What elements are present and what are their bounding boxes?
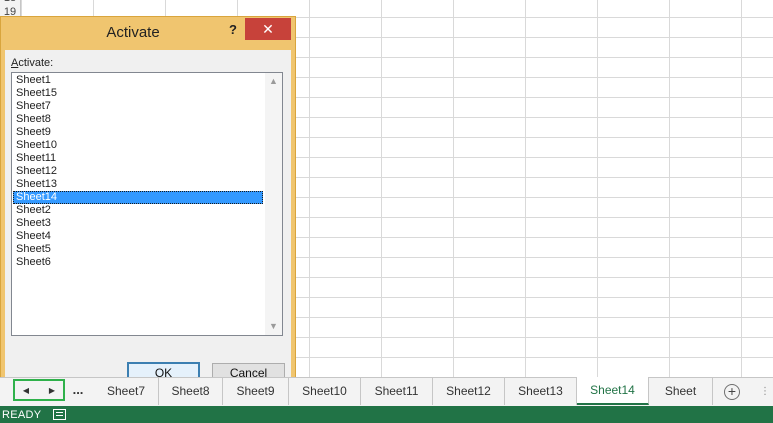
sheet-listbox[interactable]: Sheet1 Sheet15 Sheet7 Sheet8 Sheet9 Sheet10 Sh… xyxy=(11,72,283,336)
status-text: READY xyxy=(2,409,42,421)
sheet-list-item[interactable]: Sheet1 xyxy=(13,74,263,87)
sheet-list-item[interactable]: Sheet4 xyxy=(13,230,263,243)
sheet-list-item[interactable]: Sheet13 xyxy=(13,178,263,191)
tab-sheet[interactable]: Sheet xyxy=(649,378,713,405)
sheet-list-item[interactable]: Sheet15 xyxy=(13,87,263,100)
list-label-text: ctivate: xyxy=(18,57,54,69)
scroll-up-icon[interactable]: ▲ xyxy=(265,73,282,90)
sheet-list-item[interactable]: Sheet12 xyxy=(13,165,263,178)
sheet-list-item[interactable]: Sheet11 xyxy=(13,152,263,165)
sheet-list-item[interactable]: Sheet5 xyxy=(13,243,263,256)
sheet-tab-bar: ◀ ▶ ... Sheet7 Sheet8 Sheet9 Sheet10 Sheet11… xyxy=(0,377,773,406)
sheet-list-item[interactable]: Sheet10 xyxy=(13,139,263,152)
activate-dialog: Activate ? ✕ Activate: Sheet1 Sheet15 Shee… xyxy=(0,16,296,384)
tab-sheet14[interactable]: Sheet14 xyxy=(577,377,649,405)
row-number[interactable]: 18 xyxy=(0,0,20,4)
sheet-list-item[interactable]: Sheet2 xyxy=(13,204,263,217)
more-tabs-button[interactable]: ... xyxy=(68,382,88,397)
sheet-list-item[interactable]: Sheet3 xyxy=(13,217,263,230)
tab-sheet7[interactable]: Sheet7 xyxy=(94,378,159,405)
sheet-list-items: Sheet1 Sheet15 Sheet7 Sheet8 Sheet9 Sheet10 Sh… xyxy=(13,74,263,269)
tab-sheet12[interactable]: Sheet12 xyxy=(433,378,505,405)
help-button[interactable]: ? xyxy=(223,19,243,41)
tab-sheet8[interactable]: Sheet8 xyxy=(159,378,223,405)
scroll-left-icon[interactable]: ◀ xyxy=(19,384,33,398)
tab-sheet13[interactable]: Sheet13 xyxy=(505,378,577,405)
close-button[interactable]: ✕ xyxy=(245,18,291,40)
scroll-down-icon[interactable]: ▼ xyxy=(265,318,282,335)
tab-sheet10[interactable]: Sheet10 xyxy=(289,378,361,405)
scroll-right-icon[interactable]: ▶ xyxy=(45,384,59,398)
sheet-list-item[interactable]: Sheet9 xyxy=(13,126,263,139)
status-bar: READY xyxy=(0,406,773,423)
tab-sheet11[interactable]: Sheet11 xyxy=(361,378,433,405)
close-icon: ✕ xyxy=(262,21,274,37)
tab-navigation: ◀ ▶ xyxy=(13,379,65,401)
tab-split-handle[interactable]: ⋮ xyxy=(760,386,770,397)
sheet-list-item[interactable]: Sheet7 xyxy=(13,100,263,113)
sheet-list-item[interactable]: Sheet8 xyxy=(13,113,263,126)
sheet-list-item[interactable]: Sheet6 xyxy=(13,256,263,269)
dialog-body: Activate: Sheet1 Sheet15 Sheet7 Sheet8 Sheet… xyxy=(5,50,291,384)
vertical-scrollbar[interactable]: ▲ ▼ xyxy=(265,73,282,335)
tab-sheet9[interactable]: Sheet9 xyxy=(223,378,289,405)
sheet-list-item[interactable]: Sheet14 xyxy=(13,191,263,204)
add-sheet-icon[interactable]: + xyxy=(724,384,740,400)
excel-window: 18 19 Activate ? ✕ Activate: Sheet1Sheet… xyxy=(0,0,773,423)
activate-list-label: Activate: xyxy=(11,57,53,69)
macro-recording-icon[interactable] xyxy=(53,409,66,420)
